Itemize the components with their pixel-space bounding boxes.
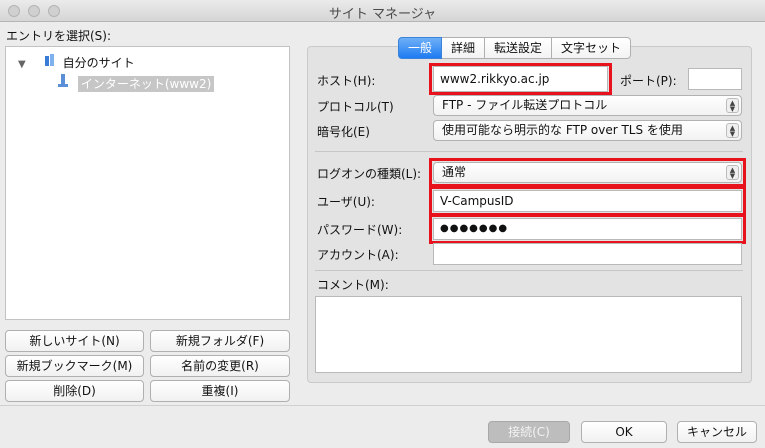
settings-tabs: 一般 詳細 転送設定 文字セット xyxy=(398,37,632,59)
new-folder-button[interactable]: 新規フォルダ(F) xyxy=(150,330,290,352)
duplicate-button[interactable]: 重複(I) xyxy=(150,380,290,402)
encryption-value: 使用可能なら明示的な FTP over TLS を使用 xyxy=(442,123,683,137)
host-label: ホスト(H): xyxy=(317,74,376,88)
port-field[interactable] xyxy=(688,68,742,90)
up-down-arrows-icon: ▲ ▼ xyxy=(726,123,739,138)
comment-textarea[interactable] xyxy=(315,296,742,373)
encryption-select[interactable]: 使用可能なら明示的な FTP over TLS を使用 ▲ ▼ xyxy=(433,120,742,141)
select-entry-label: エントリを選択(S): xyxy=(6,29,112,43)
account-label: アカウント(A): xyxy=(317,248,399,262)
protocol-label: プロトコル(T) xyxy=(317,100,394,114)
protocol-select[interactable]: FTP - ファイル転送プロトコル ▲ ▼ xyxy=(433,95,742,116)
encryption-label: 暗号化(E) xyxy=(317,125,370,139)
tab-charset[interactable]: 文字セット xyxy=(552,37,632,59)
host-highlight xyxy=(429,63,612,95)
password-label: パスワード(W): xyxy=(317,223,403,237)
connect-button[interactable]: 接続(C) xyxy=(488,421,570,443)
tree-item-label: インターネット(www2) xyxy=(77,76,215,92)
up-down-arrows-icon: ▲ ▼ xyxy=(726,98,739,113)
user-highlight xyxy=(429,186,746,216)
protocol-value: FTP - ファイル転送プロトコル xyxy=(442,98,608,112)
divider xyxy=(315,270,743,271)
tab-advanced[interactable]: 詳細 xyxy=(442,37,486,59)
new-bookmark-button[interactable]: 新規ブックマーク(M) xyxy=(5,355,144,377)
divider xyxy=(315,151,743,152)
ok-button[interactable]: OK xyxy=(581,421,667,443)
tab-general[interactable]: 一般 xyxy=(398,37,443,59)
disclosure-triangle-icon[interactable]: ▼ xyxy=(18,56,32,74)
tab-transfer-settings[interactable]: 転送設定 xyxy=(485,37,553,59)
logon-type-label: ログオンの種類(L): xyxy=(317,167,422,181)
new-site-button[interactable]: 新しいサイト(N) xyxy=(5,330,144,352)
account-field[interactable] xyxy=(433,243,742,265)
window-title: サイト マネージャ xyxy=(328,7,437,22)
footer-divider xyxy=(0,405,765,406)
password-highlight xyxy=(429,214,746,244)
tree-item-label: 自分のサイト xyxy=(62,56,135,70)
logon-type-highlight xyxy=(429,158,746,187)
tree-item-internet-www2[interactable]: インターネット(www2) xyxy=(58,74,215,93)
user-label: ユーザ(U): xyxy=(317,195,375,209)
window-titlebar: サイト マネージャ xyxy=(0,0,765,22)
tree-item-my-sites[interactable]: ▼ 自分のサイト xyxy=(18,53,135,71)
comment-label: コメント(M): xyxy=(317,278,389,292)
cancel-button[interactable]: キャンセル xyxy=(677,421,757,443)
port-label: ポート(P): xyxy=(620,74,677,88)
server-icon xyxy=(58,74,70,93)
delete-button[interactable]: 削除(D) xyxy=(5,380,144,402)
site-tree[interactable]: ▼ 自分のサイト インターネット(www2) xyxy=(5,46,290,320)
folder-icon xyxy=(44,53,56,72)
rename-button[interactable]: 名前の変更(R) xyxy=(150,355,290,377)
